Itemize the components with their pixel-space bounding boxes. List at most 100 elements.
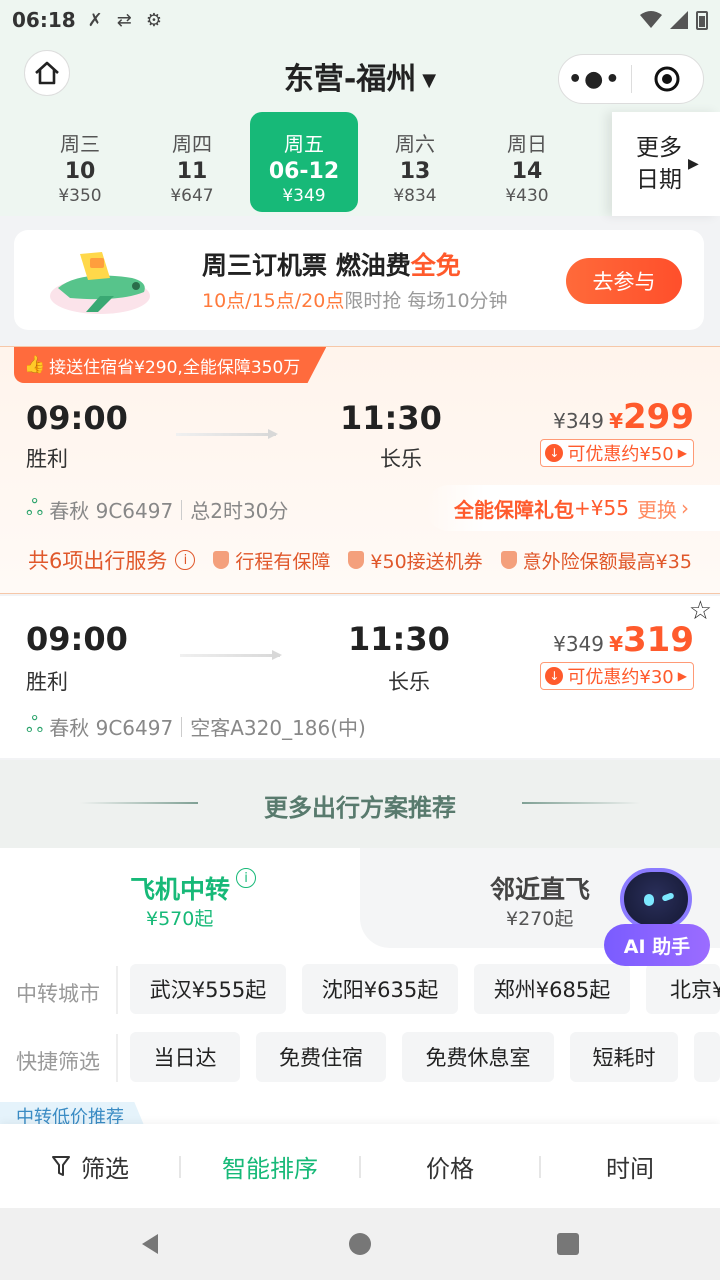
filter-chip[interactable]: 免费住宿 (256, 1032, 386, 1082)
status-bar: 06:18 ✗ ⇄ ⚙ (0, 0, 720, 40)
benefit-tag-text: 接送住宿省¥290,全能保障350万 (49, 357, 301, 378)
document-icon (213, 551, 230, 569)
date-item[interactable]: 周六 13 ¥834 (361, 112, 469, 212)
recommend-header: 更多出行方案推荐 (0, 760, 720, 848)
more-menu-button[interactable]: •●• (559, 67, 631, 92)
flight-card[interactable]: 👍 接送住宿省¥290,全能保障350万 09:00 胜利 11:30 长乐 ¥3… (0, 346, 720, 594)
promo-subtitle-text: 限时抢 每场10分钟 (344, 290, 508, 312)
join-button[interactable]: 去参与 (566, 258, 682, 304)
tab-label: 飞机中转 (130, 875, 231, 904)
filter-chip[interactable]: 短耗时 (570, 1032, 678, 1082)
robot-icon (620, 868, 692, 930)
date: 14 (511, 159, 543, 184)
more-dates-label: 更多 (636, 135, 682, 161)
close-button[interactable] (632, 65, 704, 93)
target-icon (654, 66, 680, 92)
arrival-city: 长乐 (388, 670, 430, 694)
filter-chip[interactable]: 免费休息室 (402, 1032, 554, 1082)
service-label: ¥50接送机券 (370, 550, 483, 573)
date-price: ¥834 (393, 186, 437, 206)
currency-symbol: ¥ (609, 409, 624, 433)
data-icon: ⇄ (116, 9, 132, 31)
ai-assistant-button[interactable]: AI 助手 (604, 866, 710, 970)
date-item-selected[interactable]: 周五 06-12 ¥349 (250, 112, 358, 212)
chevron-right-icon: ▶ (677, 446, 687, 460)
change-package-link[interactable]: 更换 (637, 494, 677, 523)
filter-chip[interactable] (694, 1032, 720, 1082)
aircraft-type: 空客A320_186(中) (190, 716, 366, 740)
current-price: 319 (623, 620, 694, 660)
divider (116, 1034, 118, 1082)
city-chip[interactable]: 武汉¥555起 (130, 964, 286, 1014)
date: 10 (64, 159, 96, 184)
arrival-time: 11:30 (348, 620, 450, 658)
wifi-icon (640, 11, 662, 28)
discount-badge[interactable]: ↓ 可优惠约¥30 ▶ (540, 662, 694, 690)
weekday: 周三 (60, 132, 100, 156)
flight-card[interactable]: ☆ 09:00 胜利 11:30 长乐 ¥349 ¥319 ↓ 可优惠约¥30 … (0, 596, 720, 758)
robot-eye (644, 894, 654, 906)
route-line (176, 429, 278, 439)
sort-smart[interactable]: 智能排序 (180, 1124, 360, 1208)
date-item[interactable]: 周日 14 ¥430 (473, 112, 581, 212)
chevron-right-icon: › (680, 496, 689, 520)
more-dates-label: 日期 (636, 167, 682, 193)
sort-time[interactable]: 时间 (540, 1124, 720, 1208)
travel-services[interactable]: 共6项出行服务 i 行程有保障 ¥50接送机券 意外险保额最高¥35 (28, 545, 718, 575)
promo-highlight: 全免 (410, 251, 461, 280)
city-chip[interactable]: 郑州¥685起 (474, 964, 630, 1014)
back-icon[interactable] (138, 1232, 162, 1256)
tab-price: ¥270起 (506, 908, 574, 930)
service-item: ¥50接送机券 (348, 547, 483, 574)
package-price: +¥55 (574, 496, 629, 520)
benefit-tag: 👍 接送住宿省¥290,全能保障350万 (14, 347, 327, 383)
flight-number: 春秋 9C6497 (49, 499, 174, 523)
date: 13 (399, 159, 431, 184)
date-price: ¥647 (170, 186, 214, 206)
caret-down-icon: ▼ (422, 70, 437, 91)
departure-city: 胜利 (26, 447, 68, 471)
filter-chip[interactable]: 当日达 (130, 1032, 240, 1082)
service-label: 意外险保额最高¥35 (522, 550, 692, 573)
package-name: 全能保障礼包 (454, 497, 574, 522)
home-circle-icon[interactable] (348, 1232, 372, 1256)
promo-subtitle: 10点/15点/20点限时抢 每场10分钟 (202, 286, 508, 313)
city-chip[interactable]: 沈阳¥635起 (302, 964, 458, 1014)
city-chip[interactable]: 北京¥ (646, 964, 720, 1014)
recents-icon[interactable] (556, 1232, 580, 1256)
airline-info: ஃ 春秋 9C6497 总2时30分 (26, 495, 288, 524)
shield-icon (348, 551, 365, 569)
promo-title: 周三订机票 燃油费全免 (202, 246, 461, 282)
departure-city: 胜利 (26, 670, 68, 694)
sort-price[interactable]: 价格 (360, 1124, 540, 1208)
date-item[interactable]: 周四 11 ¥647 (138, 112, 246, 212)
info-icon[interactable]: i (175, 550, 196, 570)
original-price: ¥349 (553, 632, 604, 656)
more-dates-button[interactable]: 更多 日期 ▶ (612, 112, 720, 216)
weekday: 周四 (172, 132, 212, 156)
chevron-right-icon: ▶ (688, 156, 699, 172)
departure-time: 09:00 (26, 620, 128, 658)
recommend-title: 更多出行方案推荐 (264, 794, 456, 822)
tab-label: 邻近直飞 (490, 875, 591, 904)
battery-icon (696, 11, 708, 30)
chevron-right-icon: ▶ (677, 669, 687, 683)
flight-duration: 总2时30分 (190, 499, 289, 523)
info-icon[interactable]: i (236, 868, 256, 888)
date-price: ¥349 (282, 186, 326, 206)
services-summary: 共6项出行服务 (28, 549, 168, 573)
date-item[interactable]: 周三 10 ¥350 (26, 112, 134, 212)
filter-button[interactable]: 筛选 (0, 1124, 180, 1208)
tab-transfer[interactable]: 飞机中转 i ¥570起 (0, 848, 360, 948)
date-selector: 周三 10 ¥350 周四 11 ¥647 周五 06-12 ¥349 周六 1… (0, 112, 720, 216)
arrival-time: 11:30 (340, 399, 442, 437)
divider (181, 716, 183, 737)
discount-badge[interactable]: ↓ 可优惠约¥50 ▶ (540, 439, 694, 467)
service-item: 行程有保障 (213, 547, 330, 574)
promo-banner[interactable]: 周三订机票 燃油费全免 10点/15点/20点限时抢 每场10分钟 去参与 (14, 230, 704, 330)
flight-number: 春秋 9C6497 (49, 716, 174, 740)
nav-header: 东营-福州 ▼ •●• (0, 40, 720, 112)
weekday: 周六 (395, 132, 435, 156)
airline-info: ஃ 春秋 9C6497 空客A320_186(中) (26, 712, 366, 741)
insurance-package[interactable]: 全能保障礼包 +¥55 更换 › (426, 485, 720, 531)
